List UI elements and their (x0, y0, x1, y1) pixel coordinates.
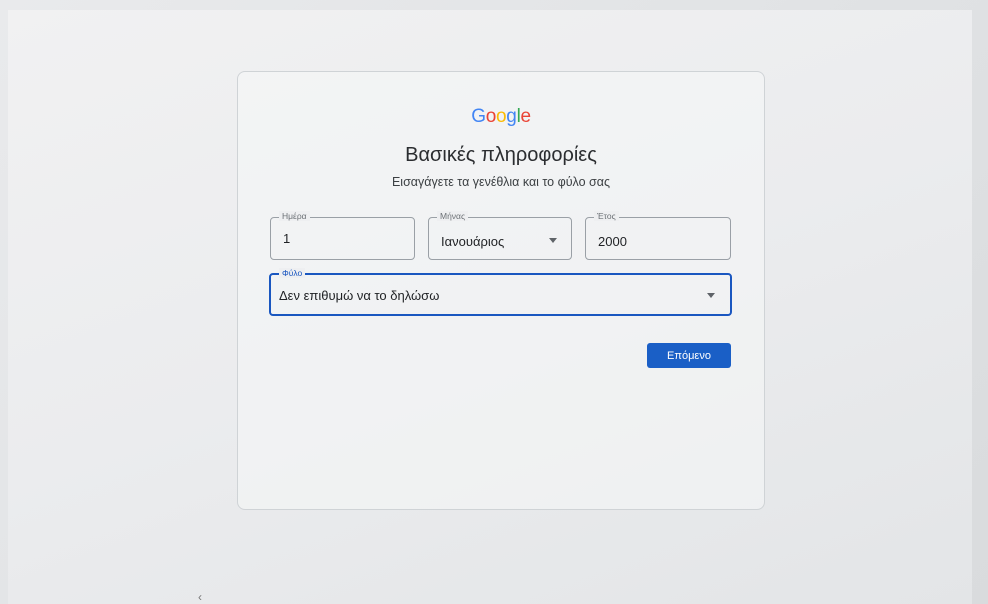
day-input[interactable]: 1 (283, 231, 290, 246)
chevron-down-icon (549, 238, 557, 243)
month-label: Μήνας (437, 211, 469, 221)
gender-select[interactable]: Φύλο Δεν επιθυμώ να το δηλώσω (269, 268, 732, 316)
logo-letter: G (471, 106, 486, 127)
year-input[interactable]: 2000 (598, 234, 627, 249)
logo-letter: g (506, 106, 517, 127)
day-label: Ημέρα (279, 211, 310, 221)
year-label: Έτος (594, 211, 619, 221)
month-value: Ιανουάριος (441, 234, 505, 249)
gender-value: Δεν επιθυμώ να το δηλώσω (279, 288, 440, 303)
page-subtitle: Εισαγάγετε τα γενέθλια και το φύλο σας (391, 175, 611, 189)
google-logo: Google (238, 106, 764, 128)
logo-letter: o (485, 106, 497, 127)
signup-card: Google Βασικές πληροφορίες Εισαγάγετε τα… (237, 71, 765, 510)
month-select[interactable]: Μήνας Ιανουάριος (428, 211, 572, 260)
gender-label: Φύλο (279, 268, 306, 278)
day-field[interactable]: Ημέρα 1 (270, 211, 415, 260)
logo-letter: o (496, 106, 507, 127)
logo-letter: e (520, 106, 531, 127)
chevron-down-icon (707, 293, 715, 298)
chevron-left-icon: ‹ (198, 590, 202, 604)
year-field[interactable]: Έτος 2000 (585, 211, 731, 260)
page-title: Βασικές πληροφορίες (405, 144, 597, 166)
next-button[interactable]: Επόμενο (647, 343, 731, 368)
